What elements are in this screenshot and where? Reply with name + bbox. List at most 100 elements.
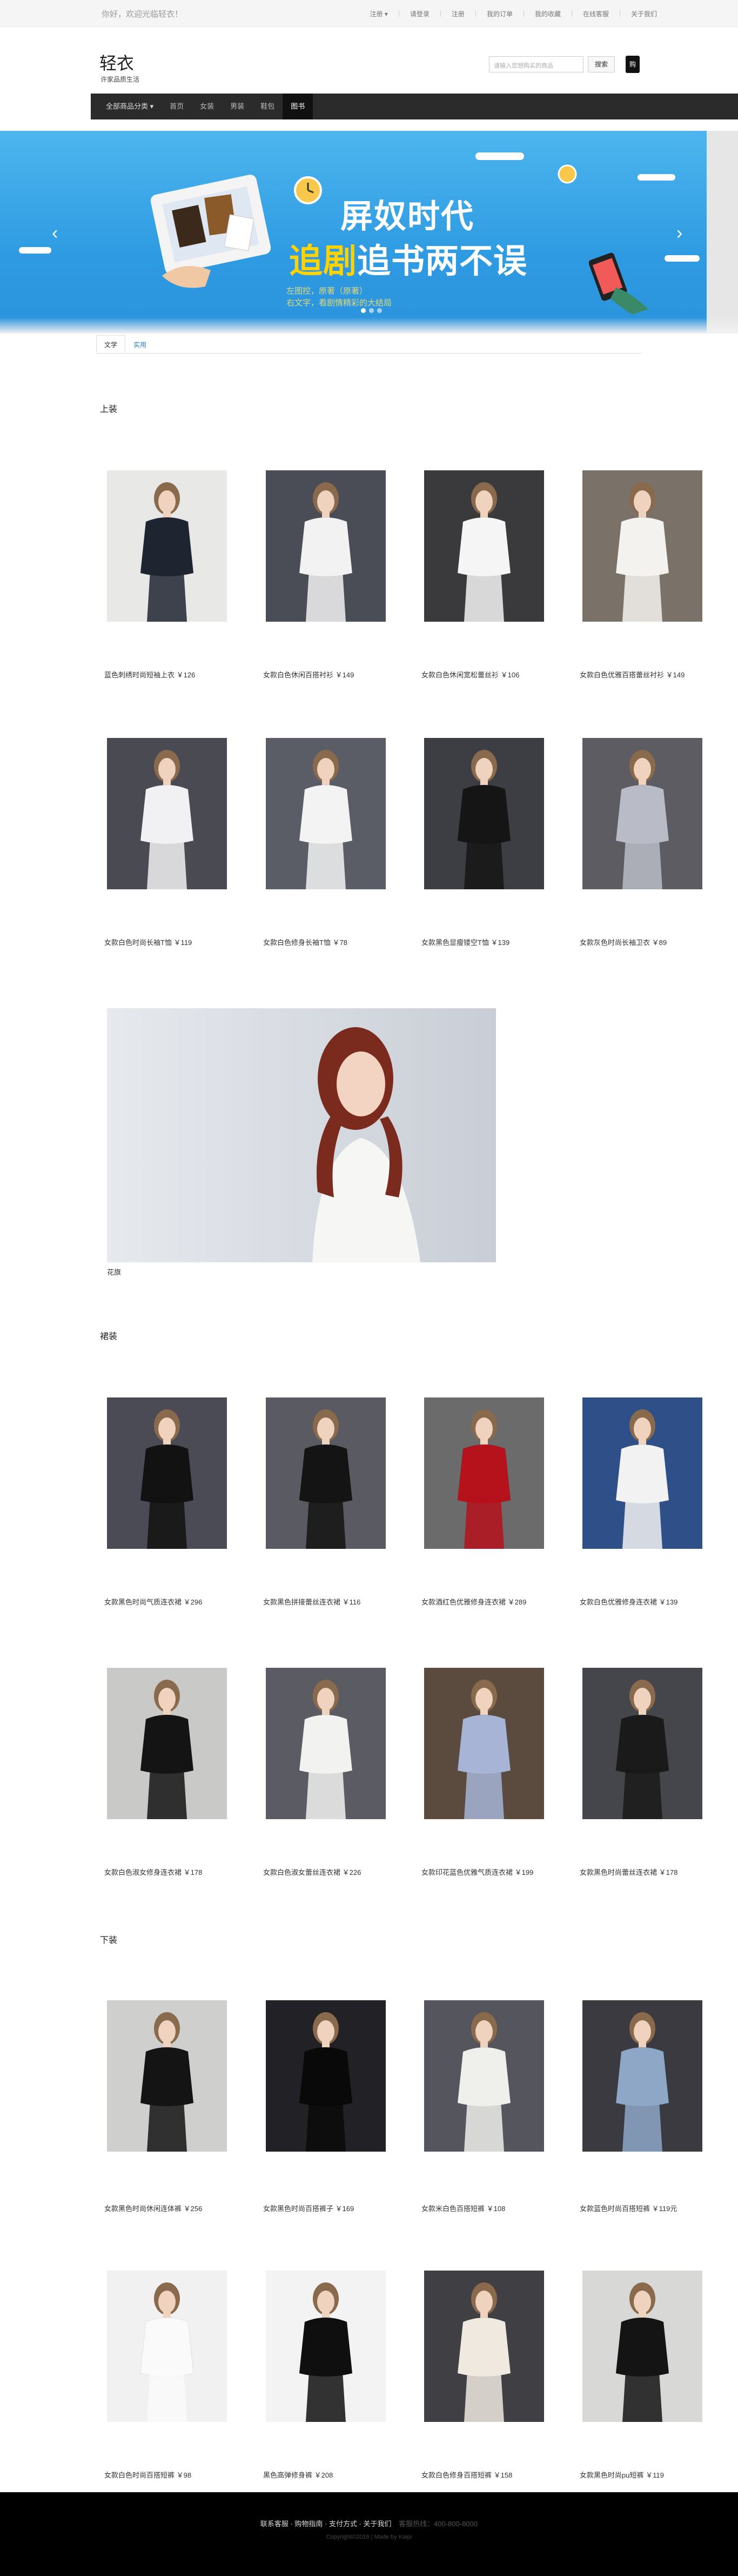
top-link-service[interactable]: 在线客服: [583, 9, 609, 18]
product-image[interactable]: [582, 1397, 702, 1549]
tab-practical[interactable]: 实用: [125, 335, 155, 353]
product-caption[interactable]: 女款白色优雅修身连衣裙 ￥139: [580, 1596, 677, 1607]
product-caption[interactable]: 女款黑色时尚气质连衣裙 ￥296: [104, 1596, 202, 1607]
product-image[interactable]: [107, 2271, 227, 2422]
product-caption[interactable]: 黑色高弹修身裤 ￥208: [263, 2470, 333, 2480]
product-caption[interactable]: 女款米白色百搭短裤 ￥108: [421, 2203, 505, 2213]
product-image[interactable]: [582, 738, 702, 889]
product-caption[interactable]: 女款白色休闲宽松蕾丝衫 ￥106: [421, 669, 519, 680]
product-caption[interactable]: 女款灰色时尚长袖卫衣 ￥89: [580, 937, 667, 947]
top-link-register[interactable]: 注册: [452, 9, 465, 18]
featured-caption[interactable]: 花旗: [107, 1267, 121, 1277]
product-caption[interactable]: 女款白色时尚百搭短裤 ￥98: [104, 2470, 191, 2480]
product-caption[interactable]: 女款白色淑女蕾丝连衣裙 ￥226: [263, 1867, 361, 1877]
carousel-next-icon[interactable]: ›: [676, 223, 682, 244]
product-card[interactable]: 女款米白色百搭短裤 ￥108: [421, 2000, 544, 2213]
nav-bags[interactable]: 鞋包: [252, 94, 283, 119]
product-caption[interactable]: 女款印花蓝色优雅气质连衣裙 ￥199: [421, 1867, 533, 1877]
nav-all-categories[interactable]: 全部商品分类 ▾: [91, 94, 162, 119]
featured-image[interactable]: [107, 1008, 496, 1262]
product-image[interactable]: [582, 2000, 702, 2152]
product-card[interactable]: 黑色高弹修身裤 ￥208: [263, 2271, 386, 2479]
product-caption[interactable]: 女款黑色时尚百搭裤子 ￥169: [263, 2203, 354, 2213]
product-card[interactable]: 女款白色优雅修身连衣裙 ￥139: [580, 1397, 702, 1606]
footer-link-list[interactable]: 联系客服 · 购物指南 · 支付方式 · 关于我们: [260, 2520, 392, 2528]
product-image[interactable]: [266, 1668, 386, 1819]
top-link-favorites[interactable]: 我的收藏: [535, 9, 561, 18]
carousel-dot[interactable]: [377, 308, 382, 313]
product-image[interactable]: [107, 2000, 227, 2152]
product-image[interactable]: [107, 1397, 227, 1549]
product-card[interactable]: 女款黑色显瘦镂空T恤 ￥139: [421, 738, 544, 947]
cart-button[interactable]: 购: [626, 56, 640, 73]
product-caption[interactable]: 女款白色时尚长袖T恤 ￥119: [104, 937, 192, 947]
carousel-dot[interactable]: [361, 308, 366, 313]
product-caption[interactable]: 女款蓝色时尚百搭短裤 ￥119元: [580, 2203, 677, 2213]
product-caption[interactable]: 女款白色休闲百搭衬衫 ￥149: [263, 669, 354, 680]
product-image[interactable]: [266, 1397, 386, 1549]
product-caption[interactable]: 蓝色刺绣时尚短袖上衣 ￥126: [104, 669, 195, 680]
product-image[interactable]: [424, 1668, 544, 1819]
carousel-dot[interactable]: [369, 308, 374, 313]
product-caption[interactable]: 女款白色淑女修身连衣裙 ￥178: [104, 1867, 202, 1877]
product-card[interactable]: 女款白色休闲百搭衬衫 ￥149: [263, 470, 386, 679]
product-card[interactable]: 女款黑色时尚蕾丝连衣裙 ￥178: [580, 1668, 702, 1876]
product-image[interactable]: [582, 470, 702, 622]
product-caption[interactable]: 女款黑色拼接蕾丝连衣裙 ￥116: [263, 1596, 360, 1607]
product-card[interactable]: 女款白色淑女修身连衣裙 ￥178: [104, 1668, 227, 1876]
top-link-register-menu[interactable]: 注册 ▾: [370, 9, 388, 18]
product-caption[interactable]: 女款白色优雅百搭蕾丝衬衫 ￥149: [580, 669, 685, 680]
product-image[interactable]: [266, 738, 386, 889]
product-image[interactable]: [424, 2271, 544, 2422]
product-card[interactable]: 女款白色淑女蕾丝连衣裙 ￥226: [263, 1668, 386, 1876]
product-image[interactable]: [266, 470, 386, 622]
product-image[interactable]: [424, 1397, 544, 1549]
product-image[interactable]: [582, 2271, 702, 2422]
tab-literature[interactable]: 文学: [96, 335, 126, 353]
product-caption[interactable]: 女款黑色显瘦镂空T恤 ￥139: [421, 937, 509, 947]
search-input[interactable]: 请输入您想购买的商品: [489, 56, 583, 72]
product-card[interactable]: 女款黑色时尚休闲连体裤 ￥256: [104, 2000, 227, 2213]
product-caption[interactable]: 女款白色修身百搭短裤 ￥158: [421, 2470, 512, 2480]
product-card[interactable]: 女款白色优雅百搭蕾丝衬衫 ￥149: [580, 470, 702, 679]
product-image[interactable]: [424, 738, 544, 889]
product-card[interactable]: 女款印花蓝色优雅气质连衣裙 ￥199: [421, 1668, 544, 1876]
product-card[interactable]: 女款白色时尚长袖T恤 ￥119: [104, 738, 227, 947]
product-card[interactable]: 女款白色时尚百搭短裤 ￥98: [104, 2271, 227, 2479]
product-card[interactable]: 蓝色刺绣时尚短袖上衣 ￥126: [104, 470, 227, 679]
product-image[interactable]: [266, 2000, 386, 2152]
product-image[interactable]: [582, 1668, 702, 1819]
product-caption[interactable]: 女款白色修身长袖T恤 ￥78: [263, 937, 347, 947]
featured-product[interactable]: 花旗: [107, 1008, 496, 1276]
product-image[interactable]: [266, 2271, 386, 2422]
carousel-prev-icon[interactable]: ‹: [52, 223, 58, 244]
product-card[interactable]: 女款黑色时尚pu短裤 ￥119: [580, 2271, 702, 2479]
nav-home[interactable]: 首页: [162, 94, 192, 119]
product-image[interactable]: [107, 470, 227, 622]
brand-logo[interactable]: 轻衣: [99, 50, 134, 75]
product-card[interactable]: 女款白色休闲宽松蕾丝衫 ￥106: [421, 470, 544, 679]
product-card[interactable]: 女款酒红色优雅修身连衣裙 ￥289: [421, 1397, 544, 1606]
product-image[interactable]: [107, 738, 227, 889]
product-card[interactable]: 女款白色修身百搭短裤 ￥158: [421, 2271, 544, 2479]
product-card[interactable]: 女款蓝色时尚百搭短裤 ￥119元: [580, 2000, 702, 2213]
product-caption[interactable]: 女款黑色时尚pu短裤 ￥119: [580, 2470, 664, 2480]
hero-banner[interactable]: 屏奴时代 追剧追书两不误 左图控，原著（原著） 右文字，看剧情精彩的大结局 ‹ …: [0, 131, 738, 334]
top-link-about[interactable]: 关于我们: [631, 9, 657, 18]
search-button[interactable]: 搜索: [588, 56, 615, 72]
nav-books[interactable]: 图书: [283, 94, 313, 119]
product-caption[interactable]: 女款黑色时尚蕾丝连衣裙 ￥178: [580, 1867, 677, 1877]
nav-men[interactable]: 男装: [222, 94, 252, 119]
product-card[interactable]: 女款黑色时尚百搭裤子 ￥169: [263, 2000, 386, 2213]
product-card[interactable]: 女款黑色拼接蕾丝连衣裙 ￥116: [263, 1397, 386, 1606]
top-link-orders[interactable]: 我的订单: [487, 9, 513, 18]
product-card[interactable]: 女款灰色时尚长袖卫衣 ￥89: [580, 738, 702, 947]
product-card[interactable]: 女款黑色时尚气质连衣裙 ￥296: [104, 1397, 227, 1606]
product-caption[interactable]: 女款酒红色优雅修身连衣裙 ￥289: [421, 1596, 526, 1607]
product-image[interactable]: [107, 1668, 227, 1819]
nav-women[interactable]: 女装: [192, 94, 222, 119]
top-link-login[interactable]: 请登录: [410, 9, 430, 18]
product-card[interactable]: 女款白色修身长袖T恤 ￥78: [263, 738, 386, 947]
product-caption[interactable]: 女款黑色时尚休闲连体裤 ￥256: [104, 2203, 202, 2213]
product-image[interactable]: [424, 2000, 544, 2152]
